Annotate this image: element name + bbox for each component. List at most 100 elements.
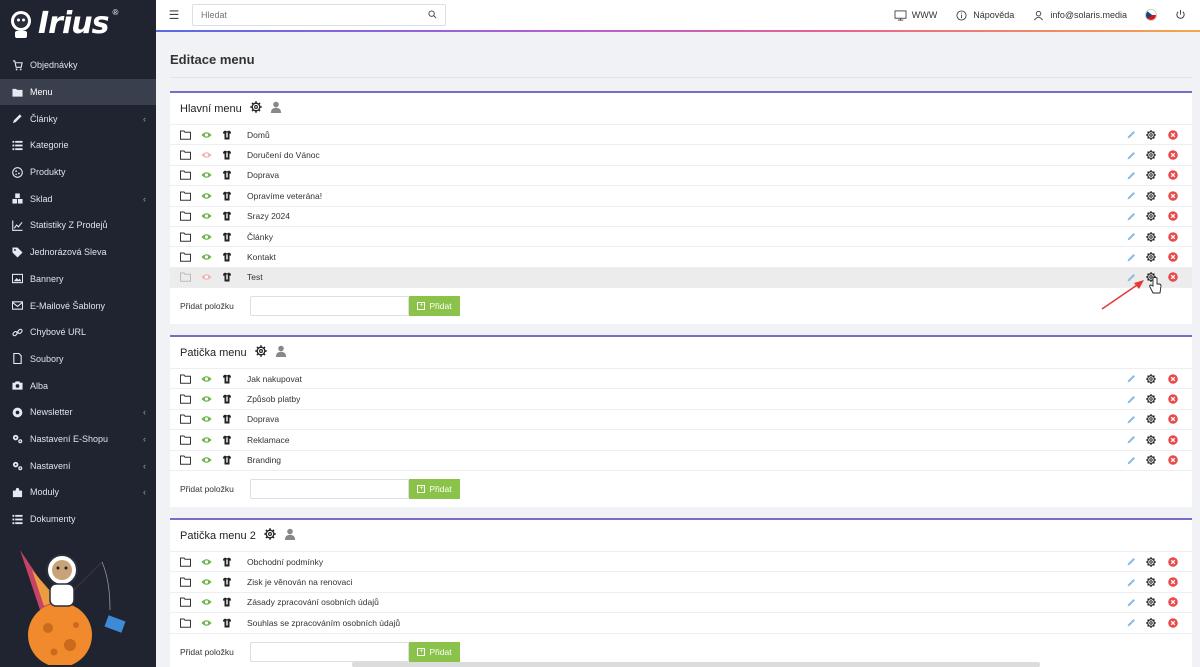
shirt-icon[interactable] bbox=[222, 191, 232, 201]
shirt-icon[interactable] bbox=[222, 557, 232, 567]
eye-icon[interactable] bbox=[201, 212, 212, 220]
gear-icon[interactable] bbox=[1146, 231, 1156, 242]
folder-icon[interactable] bbox=[180, 191, 191, 201]
add-item-input[interactable] bbox=[250, 641, 409, 662]
add-item-input[interactable] bbox=[250, 296, 409, 317]
sidebar-item-sklad[interactable]: Sklad ‹ bbox=[0, 185, 156, 212]
power-icon[interactable] bbox=[1175, 9, 1186, 22]
folder-icon[interactable] bbox=[180, 557, 191, 567]
gear-icon[interactable] bbox=[1146, 129, 1156, 140]
sidebar-item-nastaveni-e-shopu[interactable]: Nastavení E-Shopu ‹ bbox=[0, 426, 156, 453]
pencil-icon[interactable] bbox=[1127, 456, 1136, 465]
delete-icon[interactable] bbox=[1168, 129, 1178, 140]
eye-hidden-icon[interactable] bbox=[201, 273, 212, 281]
pencil-icon[interactable] bbox=[1127, 395, 1136, 404]
sidebar-item-nastaveni[interactable]: Nastavení ‹ bbox=[0, 452, 156, 479]
sidebar-item-objednavky[interactable]: Objednávky bbox=[0, 52, 156, 79]
shirt-icon[interactable] bbox=[222, 618, 232, 628]
add-item-button[interactable]: + Přidat bbox=[409, 296, 460, 317]
folder-icon[interactable] bbox=[180, 150, 191, 160]
shirt-icon[interactable] bbox=[222, 597, 232, 607]
folder-icon[interactable] bbox=[180, 170, 191, 181]
menu-item-row[interactable]: Srazy 2024 bbox=[170, 207, 1192, 227]
user-icon[interactable] bbox=[284, 527, 296, 545]
delete-icon[interactable] bbox=[1168, 170, 1178, 181]
user-icon[interactable] bbox=[270, 100, 282, 118]
shirt-icon[interactable] bbox=[222, 394, 232, 404]
sidebar-item-statistiky-z-prodeju[interactable]: Statistiky Z Prodejů bbox=[0, 212, 156, 239]
pencil-icon[interactable] bbox=[1127, 374, 1136, 383]
sidebar-item-jednorazova-sleva[interactable]: Jednorázová Sleva bbox=[0, 239, 156, 266]
pencil-icon[interactable] bbox=[1127, 557, 1136, 566]
shirt-icon[interactable] bbox=[222, 232, 232, 242]
delete-icon[interactable] bbox=[1168, 150, 1178, 160]
www-link[interactable]: WWW bbox=[894, 9, 937, 21]
menu-item-row[interactable]: Jak nakupovat bbox=[170, 369, 1192, 390]
folder-icon[interactable] bbox=[180, 455, 191, 466]
folder-icon[interactable] bbox=[180, 252, 191, 262]
shirt-icon[interactable] bbox=[222, 150, 232, 160]
gear-icon[interactable] bbox=[1146, 618, 1156, 628]
eye-icon[interactable] bbox=[201, 598, 212, 606]
menu-item-row[interactable]: Souhlas se zpracováním osobních údajů bbox=[170, 613, 1192, 634]
menu-item-row[interactable]: Doručení do Vánoc bbox=[170, 145, 1192, 166]
gear-icon[interactable] bbox=[250, 100, 262, 118]
sidebar-item-soubory[interactable]: Soubory bbox=[0, 346, 156, 373]
eye-icon[interactable] bbox=[201, 558, 212, 566]
folder-icon[interactable] bbox=[180, 414, 191, 425]
delete-icon[interactable] bbox=[1168, 394, 1178, 404]
eye-hidden-icon[interactable] bbox=[201, 151, 212, 159]
shirt-icon[interactable] bbox=[222, 272, 232, 282]
pencil-icon[interactable] bbox=[1127, 130, 1136, 139]
delete-icon[interactable] bbox=[1168, 414, 1178, 425]
help-link[interactable]: Nápověda bbox=[955, 9, 1014, 21]
shirt-icon[interactable] bbox=[222, 170, 232, 180]
horizontal-scrollbar[interactable] bbox=[352, 662, 1040, 667]
gear-icon[interactable] bbox=[254, 344, 267, 362]
shirt-icon[interactable] bbox=[222, 577, 232, 587]
gear-icon[interactable] bbox=[1146, 435, 1156, 445]
shirt-icon[interactable] bbox=[222, 455, 232, 465]
delete-icon[interactable] bbox=[1168, 231, 1178, 242]
gear-icon[interactable] bbox=[1146, 170, 1156, 181]
user-account-link[interactable]: info@solaris.media bbox=[1032, 10, 1127, 21]
shirt-icon[interactable] bbox=[222, 435, 232, 445]
menu-item-row[interactable]: Zisk je věnován na renovaci bbox=[170, 572, 1192, 593]
menu-item-row[interactable]: Reklamace bbox=[170, 430, 1192, 451]
delete-icon[interactable] bbox=[1168, 272, 1178, 283]
pencil-icon[interactable] bbox=[1127, 151, 1136, 160]
sidebar-item-e-mailove-sablony[interactable]: E-Mailové Šablony bbox=[0, 292, 156, 319]
delete-icon[interactable] bbox=[1168, 211, 1178, 222]
pencil-icon[interactable] bbox=[1127, 253, 1136, 262]
folder-icon[interactable] bbox=[180, 394, 191, 404]
gear-icon[interactable] bbox=[1146, 211, 1156, 222]
pencil-icon[interactable] bbox=[1127, 618, 1136, 627]
menu-item-row[interactable]: Zásady zpracování osobních údajů bbox=[170, 593, 1192, 614]
eye-icon[interactable] bbox=[201, 436, 212, 444]
eye-icon[interactable] bbox=[201, 253, 212, 261]
pencil-icon[interactable] bbox=[1127, 598, 1136, 607]
sidebar-item-newsletter[interactable]: Newsletter ‹ bbox=[0, 399, 156, 426]
sidebar-item-clanky[interactable]: Články ‹ bbox=[0, 105, 156, 132]
menu-item-row[interactable]: Doprava bbox=[170, 166, 1192, 187]
add-item-button[interactable]: + Přidat bbox=[409, 641, 460, 662]
pencil-icon[interactable] bbox=[1127, 171, 1136, 180]
gear-icon[interactable] bbox=[1146, 373, 1156, 384]
gear-icon[interactable] bbox=[264, 527, 276, 545]
shirt-icon[interactable] bbox=[222, 130, 232, 140]
eye-icon[interactable] bbox=[201, 619, 212, 627]
sidebar-item-bannery[interactable]: Bannery bbox=[0, 266, 156, 293]
eye-icon[interactable] bbox=[201, 233, 212, 241]
folder-icon[interactable] bbox=[180, 374, 191, 384]
menu-item-row[interactable]: Test bbox=[170, 267, 1192, 289]
folder-icon[interactable] bbox=[180, 272, 191, 283]
eye-icon[interactable] bbox=[201, 192, 212, 200]
sidebar-item-alba[interactable]: Alba bbox=[0, 372, 156, 399]
pencil-icon[interactable] bbox=[1127, 435, 1136, 444]
folder-icon[interactable] bbox=[180, 435, 191, 445]
delete-icon[interactable] bbox=[1168, 435, 1178, 445]
pencil-icon[interactable] bbox=[1127, 232, 1136, 241]
pencil-icon[interactable] bbox=[1127, 212, 1136, 221]
folder-icon[interactable] bbox=[180, 618, 191, 628]
folder-icon[interactable] bbox=[180, 211, 191, 222]
